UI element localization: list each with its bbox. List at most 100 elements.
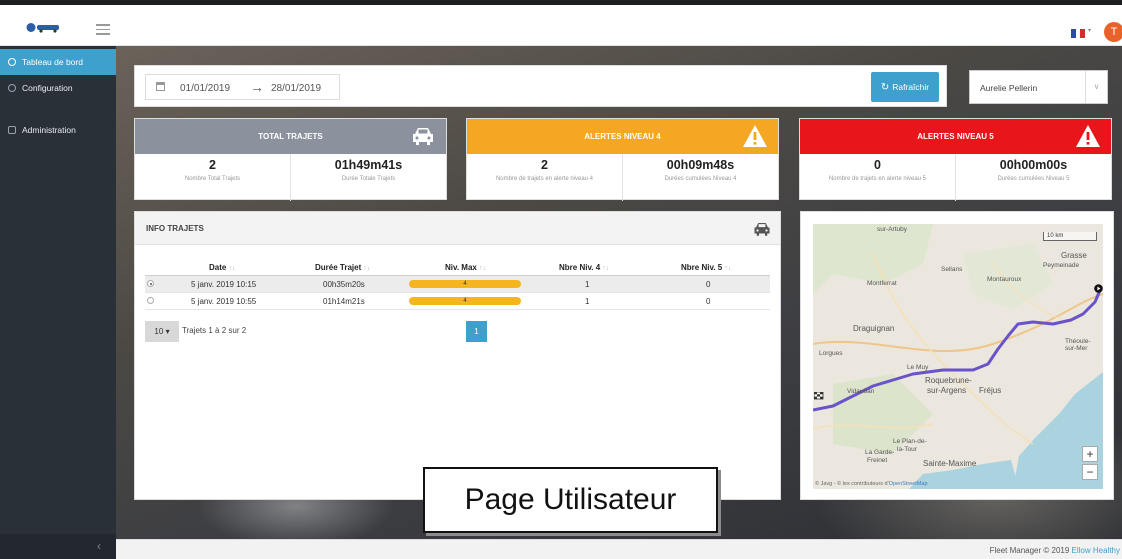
column-header-niv4[interactable]: Nbre Niv. 4 ↑↓ [559, 263, 609, 272]
stat-label: Nombre Total Trajets [184, 176, 241, 182]
chevron-left-icon[interactable]: ‹ [97, 539, 101, 553]
map-label: Théoule-sur-Mer [1065, 338, 1091, 352]
stat-label: Nombre de trajets en alerte niveau 4 [495, 176, 594, 182]
flag-start-icon [814, 392, 824, 400]
stat-value: 2 [209, 158, 216, 172]
stat-cell: 00h09m48s Durées cumulées Niveau 4 [622, 154, 778, 201]
caption-text: Page Utilisateur [464, 483, 677, 516]
map-label: Freinet [867, 457, 888, 464]
stat-cell: 2 Nombre de trajets en alerte niveau 4 [467, 154, 622, 201]
table-header-row: Date ↑↓ Durée Trajet ↑↓ Niv. Max ↑↓ Nbre Ni… [145, 259, 770, 276]
footer: Fleet Manager © 2019 Ellow Healthy [116, 539, 1122, 559]
map-label: La Garde- [865, 449, 895, 456]
sort-icon: ↑↓ [228, 265, 236, 272]
route-map[interactable]: sur-Artuby Grasse Peymeinade Sellans Mon… [813, 224, 1103, 489]
filter-bar: 01/01/2019 → 28/01/2019 ↻ Rafraîchir [134, 65, 947, 107]
warning-icon [1076, 125, 1100, 147]
cell-duree: 00h35m20s [323, 280, 365, 289]
card-title: TOTAL TRAJETS [258, 132, 323, 141]
calendar-icon [156, 82, 165, 91]
map-label: sur-Argens [927, 386, 967, 395]
user-select[interactable]: Aurelie Pellerin ∨ [969, 70, 1108, 104]
pager-info: Trajets 1 à 2 sur 2 [182, 326, 247, 335]
sort-icon: ↑↓ [478, 265, 486, 272]
cell-niv5: 0 [706, 280, 711, 289]
page-size-select[interactable]: 10 ▾ [145, 321, 179, 342]
cell-date: 5 janv. 2019 10:15 [191, 280, 257, 289]
niv-max-badge: 4 [409, 280, 521, 288]
card-title: ALERTES NIVEAU 5 [917, 132, 994, 141]
sidebar: Tableau de bord Configuration Administra… [0, 46, 116, 559]
map-label: Fréjus [979, 386, 1002, 395]
table-row[interactable]: 5 janv. 2019 10:55 01h14m21s 4 1 0 [145, 293, 770, 310]
stat-label: Durée Totale Trajets [341, 176, 396, 182]
row-radio[interactable] [147, 280, 154, 287]
card-header: TOTAL TRAJETS [135, 119, 446, 154]
gear-icon [8, 84, 16, 92]
dashboard-icon [8, 58, 16, 66]
play-end-icon [1094, 284, 1103, 293]
card-header: ALERTES NIVEAU 5 [800, 119, 1111, 154]
stat-label: Nombre de trajets en alerte niveau 5 [828, 176, 927, 182]
map-label: Draguignan [853, 324, 895, 333]
cell-niv4: 1 [585, 297, 590, 306]
map-scale: 10 km [1043, 232, 1097, 241]
stat-value: 2 [541, 158, 548, 172]
column-header-date[interactable]: Date ↑↓ [209, 263, 235, 272]
zoom-out-button[interactable]: − [1082, 464, 1098, 480]
sidebar-item-label: Tableau de bord [22, 57, 83, 67]
sidebar-item-tableau-de-bord[interactable]: Tableau de bord [0, 49, 116, 75]
column-header-duree[interactable]: Durée Trajet ↑↓ [315, 263, 370, 272]
menu-toggle-icon[interactable] [96, 24, 110, 35]
stat-value: 00h09m48s [666, 158, 735, 172]
map-panel: sur-Artuby Grasse Peymeinade Sellans Mon… [800, 211, 1114, 500]
cell-niv5: 0 [706, 297, 711, 306]
user-avatar[interactable]: T [1104, 22, 1122, 42]
sidebar-footer: ‹ [0, 534, 116, 559]
stat-cell: 00h00m00s Durées cumulées Niveau 5 [955, 154, 1111, 201]
table-row[interactable]: 5 janv. 2019 10:15 00h35m20s 4 1 0 [145, 276, 770, 293]
map-label: Vidauban [847, 388, 875, 395]
stat-cell: 2 Nombre Total Trajets [135, 154, 290, 201]
sort-icon: ↑↓ [602, 265, 610, 272]
footer-link[interactable]: Ellow Healthy [1072, 546, 1120, 555]
map-label: sur-Artuby [877, 226, 907, 233]
date-to: 28/01/2019 [271, 83, 322, 94]
card-alertes-niveau-4: ALERTES NIVEAU 4 2 Nombre de trajets en … [466, 118, 779, 201]
stat-value: 00h00m00s [999, 158, 1068, 172]
language-caret-icon[interactable]: ▾ [1088, 27, 1091, 34]
map-label: Peymeinade [1043, 262, 1080, 269]
date-range-picker[interactable]: 01/01/2019 → 28/01/2019 [145, 74, 340, 100]
stat-cell: 01h49m41s Durée Totale Trajets [290, 154, 446, 201]
selected-user: Aurelie Pellerin [980, 83, 1038, 93]
row-radio[interactable] [147, 297, 154, 304]
map-label: Le Muy [907, 364, 929, 371]
column-header-niv5[interactable]: Nbre Niv. 5 ↑↓ [681, 263, 731, 272]
chevron-down-icon[interactable]: ∨ [1085, 71, 1107, 103]
sidebar-item-label: Administration [22, 125, 76, 135]
map-label: Sellans [941, 266, 963, 273]
lock-icon [8, 126, 16, 134]
map-label: Montauroux [987, 276, 1022, 283]
zoom-in-button[interactable]: + [1082, 446, 1098, 462]
map-label: Roquebrune- [925, 376, 972, 385]
app-logo[interactable] [26, 22, 62, 33]
cell-date: 5 janv. 2019 10:55 [191, 297, 257, 306]
card-alertes-niveau-5: ALERTES NIVEAU 5 0 Nombre de trajets en … [799, 118, 1112, 201]
sidebar-item-administration[interactable]: Administration [0, 117, 116, 143]
refresh-icon: ↻ [880, 82, 890, 93]
refresh-button[interactable]: ↻ Rafraîchir [871, 72, 939, 102]
map-label: Sainte-Maxime [923, 459, 977, 468]
niv-max-badge: 4 [409, 297, 521, 305]
footer-text: Fleet Manager © 2019 Ellow Healthy [989, 546, 1120, 555]
map-attribution: © Javg - © les contributeurs d'OpenStree… [815, 481, 928, 487]
stat-value: 01h49m41s [334, 158, 403, 172]
car-icon [413, 128, 433, 145]
french-flag-icon[interactable] [1071, 29, 1086, 38]
pagination-page-1[interactable]: 1 [466, 321, 487, 342]
panel-title: INFO TRAJETS [146, 224, 204, 233]
map-label: la-Tour [897, 446, 917, 453]
sidebar-item-configuration[interactable]: Configuration [0, 75, 116, 101]
column-header-niv-max[interactable]: Niv. Max ↑↓ [445, 263, 486, 272]
osm-link[interactable]: OpenStreetMap [889, 481, 928, 487]
